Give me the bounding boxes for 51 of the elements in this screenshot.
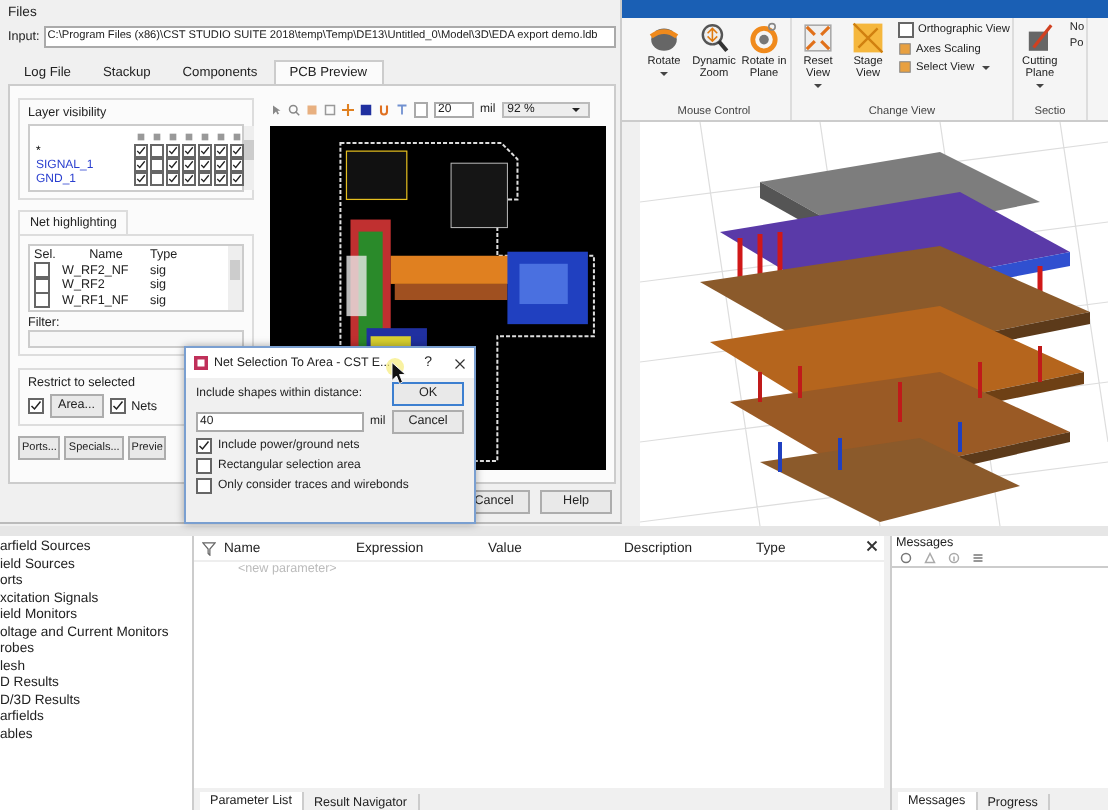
rotate-icon (748, 22, 780, 54)
checkbox[interactable] (182, 144, 196, 158)
error-filter-icon[interactable] (900, 552, 912, 564)
app-icon (194, 356, 208, 370)
checkbox[interactable] (214, 172, 228, 186)
caret-icon (982, 65, 991, 69)
grid-toggle[interactable] (414, 102, 428, 118)
caret-icon (814, 83, 822, 88)
scrollbar[interactable] (228, 246, 242, 310)
text-tool-icon[interactable] (396, 104, 408, 116)
checkbox[interactable] (230, 172, 244, 186)
scrollbar[interactable] (244, 126, 254, 190)
magnifier-icon (698, 22, 730, 54)
checkbox[interactable] (198, 144, 212, 158)
checkbox[interactable] (134, 158, 148, 172)
checkbox[interactable] (182, 158, 196, 172)
filter-field[interactable] (28, 330, 244, 348)
checkbox[interactable] (182, 172, 196, 186)
checkbox[interactable] (109, 398, 126, 414)
filter-icon[interactable] (202, 541, 216, 555)
checkbox[interactable] (166, 158, 180, 172)
pointer-icon[interactable] (270, 104, 282, 116)
checkbox[interactable] (150, 158, 164, 172)
caret-icon (660, 71, 668, 76)
checkbox[interactable] (134, 172, 148, 186)
checkbox[interactable] (214, 144, 228, 158)
checkbox[interactable] (166, 144, 180, 158)
close-icon[interactable] (454, 357, 466, 369)
close-icon[interactable] (866, 540, 878, 552)
checkbox[interactable] (134, 144, 148, 158)
checkbox[interactable] (150, 172, 164, 186)
u-turn-icon[interactable] (378, 104, 390, 116)
checkbox[interactable] (28, 398, 44, 414)
checkbox[interactable] (198, 172, 212, 186)
checkbox[interactable] (214, 158, 228, 172)
expand-arrows-icon (802, 22, 834, 54)
list-icon[interactable] (972, 552, 984, 564)
checkbox[interactable] (230, 144, 244, 158)
checkbox[interactable] (34, 292, 50, 309)
rotate-icon (648, 22, 680, 54)
checkbox[interactable] (230, 158, 244, 172)
checkbox[interactable] (150, 144, 164, 158)
caret-icon (571, 108, 580, 112)
crosshair-icon[interactable] (342, 104, 354, 116)
cutting-plane-icon (1023, 22, 1056, 54)
magnifier-icon[interactable] (288, 104, 300, 116)
checkbox[interactable] (166, 172, 180, 186)
3d-viewport[interactable] (640, 122, 1108, 526)
caret-icon (1035, 83, 1044, 88)
checkbox[interactable] (198, 158, 212, 172)
checkbox[interactable] (34, 262, 50, 279)
